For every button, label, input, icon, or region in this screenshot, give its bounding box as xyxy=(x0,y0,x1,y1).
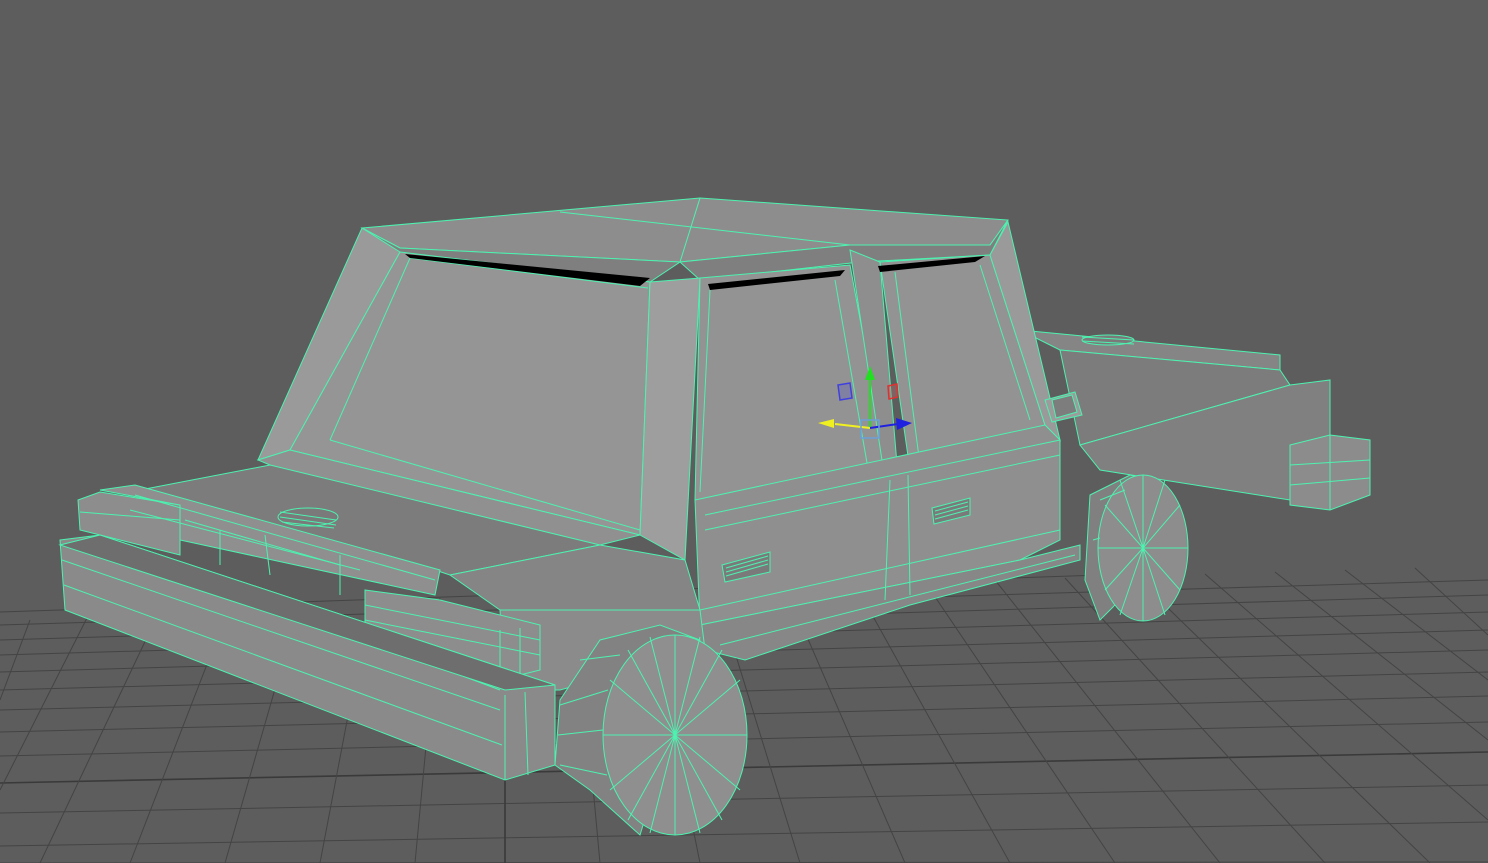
car-mesh[interactable] xyxy=(58,197,1371,836)
a-pillar-right xyxy=(639,277,701,561)
yz-plane-handle[interactable] xyxy=(887,383,899,400)
viewport-scene[interactable] xyxy=(0,0,1488,863)
rear-wheel xyxy=(1084,474,1189,622)
3d-viewport[interactable] xyxy=(0,0,1488,863)
xy-plane-handle[interactable] xyxy=(837,382,853,401)
hood-vent xyxy=(277,507,339,527)
